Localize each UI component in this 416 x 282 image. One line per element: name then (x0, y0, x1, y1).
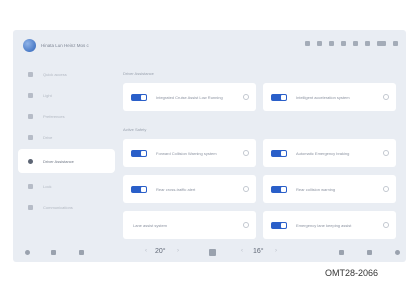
temp-right-decrease-icon[interactable]: ‹ (241, 248, 243, 254)
info-icon[interactable] (383, 186, 389, 192)
status-icons (305, 41, 398, 46)
info-icon[interactable] (243, 222, 249, 228)
setting-card[interactable]: Rear cross-traffic alert (123, 175, 256, 203)
steering-wheel-icon (28, 134, 33, 140)
setting-card[interactable]: Integrated Cruise Assist Low Running (123, 83, 256, 111)
fan-icon[interactable] (209, 249, 216, 256)
temp-left-increase-icon[interactable]: › (177, 248, 179, 254)
setting-card[interactable]: Emergency lane keeping assist (263, 211, 396, 239)
sidebar-item-label: Communications (43, 204, 73, 210)
setting-card[interactable]: Automatic Emergency braking (263, 139, 396, 167)
status-bar: Hinata Lun Heinz Mos c (13, 30, 406, 60)
setting-label: Intelligent acceleration system (296, 94, 350, 100)
user-icon[interactable] (367, 250, 372, 255)
toggle-switch[interactable] (131, 185, 147, 193)
toggle-switch[interactable] (131, 93, 147, 101)
sidebar-item-preferences[interactable]: Preferences (18, 106, 115, 126)
sidebar-item-label: Driver Assistance (43, 158, 74, 164)
setting-card[interactable]: Intelligent acceleration system (263, 83, 396, 111)
setting-label: Rear cross-traffic alert (156, 186, 196, 192)
settings-gear-icon[interactable] (395, 250, 400, 255)
sidebar-item-lock[interactable]: Lock (18, 176, 115, 196)
info-icon[interactable] (243, 186, 249, 192)
location-icon (341, 41, 346, 46)
toggle-switch[interactable] (271, 149, 287, 157)
sidebar-item-communications[interactable]: Communications (18, 197, 115, 217)
sidebar-item-quick-access[interactable]: Quick access (18, 64, 115, 84)
info-icon[interactable] (243, 150, 249, 156)
sidebar-item-driver-assistance[interactable]: Driver Assistance (18, 149, 115, 173)
right-temperature: 16° (253, 248, 264, 255)
wifi-icon (317, 41, 322, 46)
bluetooth-icon (329, 41, 334, 46)
vehicle-icon[interactable] (79, 250, 84, 255)
driver-assistance-icon (28, 158, 33, 164)
left-temperature: 20° (155, 248, 166, 255)
info-icon[interactable] (383, 94, 389, 100)
profile-name: Hinata Lun Heinz Mos c (41, 43, 89, 48)
sidebar-item-label: Preferences (43, 113, 65, 119)
setting-label: Emergency lane keeping assist (296, 222, 352, 228)
setting-label: Integrated Cruise Assist Low Running (156, 94, 223, 100)
setting-label: Automatic Emergency braking (296, 150, 350, 156)
setting-card[interactable]: Lane assist system (123, 211, 256, 239)
toggle-switch[interactable] (271, 93, 287, 101)
sidebar-item-label: Lock (43, 183, 52, 189)
setting-card[interactable]: Forward Collision Warning system (123, 139, 256, 167)
power-icon[interactable] (25, 250, 30, 255)
sidebar-item-label: Quick access (43, 71, 67, 77)
setting-card[interactable]: Rear collision warning (263, 175, 396, 203)
info-icon[interactable] (243, 94, 249, 100)
bottom-bar: ‹ 20° › ‹ 16° › (13, 244, 406, 262)
music-icon[interactable] (339, 250, 344, 255)
user-profile[interactable]: Hinata Lun Heinz Mos c (23, 39, 89, 52)
preferences-icon (28, 113, 33, 119)
info-icon[interactable] (383, 150, 389, 156)
settings-icon[interactable] (393, 41, 398, 46)
figure-code: OMT28-2066 (325, 268, 379, 278)
toggle-switch[interactable] (131, 149, 147, 157)
apps-grid-icon[interactable] (51, 250, 56, 255)
section-title: Active Safety (123, 127, 147, 132)
signal-icon (305, 41, 310, 46)
setting-label: Forward Collision Warning system (156, 150, 217, 156)
settings-sidebar: Quick access Light Preferences Drive Dri… (18, 64, 115, 218)
quick-access-icon (28, 71, 33, 77)
info-icon[interactable] (383, 222, 389, 228)
infotainment-screen: Hinata Lun Heinz Mos c Quick access Ligh… (13, 30, 406, 262)
network-icon (353, 41, 358, 46)
sidebar-item-label: Light (43, 92, 52, 98)
mute-icon (365, 41, 370, 46)
lock-icon (28, 183, 33, 189)
setting-label: Lane assist system (133, 222, 168, 228)
setting-label: Rear collision warning (296, 186, 336, 192)
temp-left-decrease-icon[interactable]: ‹ (145, 248, 147, 254)
light-icon (28, 92, 33, 98)
toggle-switch[interactable] (271, 221, 287, 229)
sidebar-item-label: Drive (43, 134, 53, 140)
communications-icon (28, 204, 33, 210)
sidebar-item-light[interactable]: Light (18, 85, 115, 105)
sidebar-item-drive[interactable]: Drive (18, 127, 115, 147)
toggle-switch[interactable] (271, 185, 287, 193)
section-title: Driver Assistance (123, 71, 154, 76)
temp-right-increase-icon[interactable]: › (275, 248, 277, 254)
clock-icon (377, 41, 386, 46)
avatar (23, 39, 36, 52)
